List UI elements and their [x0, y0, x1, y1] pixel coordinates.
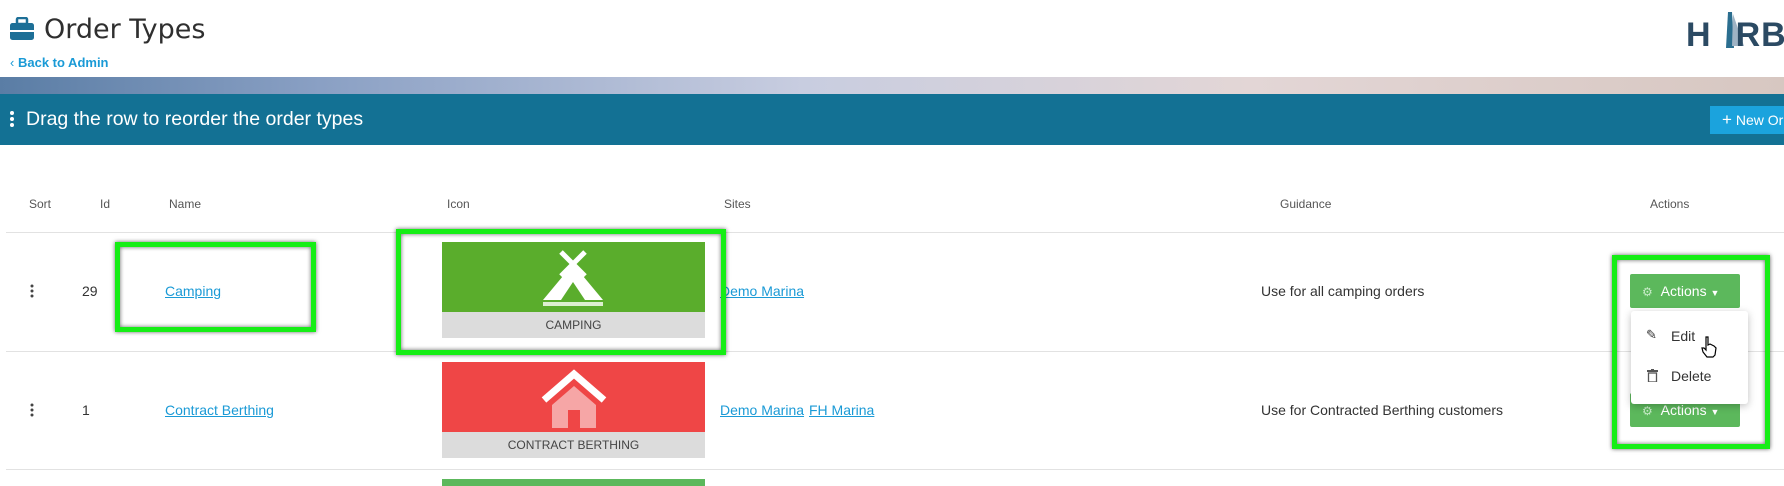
highlight-box: [115, 242, 316, 332]
site-link[interactable]: Demo Marina: [720, 283, 804, 299]
new-order-type-button[interactable]: + New Or: [1710, 106, 1784, 134]
row-id: 1: [82, 402, 90, 418]
row-divider: [6, 351, 1784, 352]
column-header-name[interactable]: Name: [169, 197, 201, 211]
column-header-actions: Actions: [1650, 197, 1690, 211]
site-link[interactable]: Demo Marina: [720, 402, 804, 418]
site-link[interactable]: FH Marina: [809, 402, 874, 418]
highlight-box: [1612, 255, 1770, 449]
order-type-icon: CONTRACT BERTHING: [442, 362, 705, 458]
house-icon: [541, 369, 607, 428]
column-header-icon[interactable]: Icon: [447, 197, 470, 211]
icon-caption: CONTRACT BERTHING: [442, 432, 705, 458]
column-header-guidance[interactable]: Guidance: [1280, 197, 1331, 211]
header-divider: [6, 232, 1784, 233]
guidance-text: Use for all camping orders: [1261, 283, 1425, 299]
guidance-text: Use for Contracted Berthing customers: [1261, 402, 1503, 418]
new-button-label: New Or: [1735, 112, 1784, 128]
row-divider: [6, 469, 1784, 470]
column-header-id[interactable]: Id: [100, 197, 110, 211]
icon-tile: [442, 362, 705, 432]
page-title: Order Types: [44, 14, 206, 45]
back-to-admin-label: Back to Admin: [17, 55, 109, 70]
plus-icon: +: [1722, 110, 1732, 129]
chevron-left-icon: ‹: [10, 55, 15, 70]
order-type-name-link[interactable]: Contract Berthing: [165, 402, 274, 418]
drag-handle-icon[interactable]: [29, 284, 35, 298]
column-header-sort[interactable]: Sort: [29, 197, 51, 211]
decorative-banner: [0, 77, 1784, 94]
reorder-instruction: Drag the row to reorder the order types: [26, 108, 364, 130]
harbour-logo: HRBO: [1686, 8, 1784, 52]
column-header-sites[interactable]: Sites: [724, 197, 751, 211]
drag-handle-icon: [10, 111, 14, 127]
logo-text: HRBO: [1686, 16, 1784, 52]
back-to-admin-link[interactable]: ‹ Back to Admin: [10, 55, 109, 70]
highlight-box: [396, 229, 726, 355]
row-id: 29: [82, 283, 98, 299]
order-type-icon: [442, 479, 705, 486]
logo-mark: HRBO: [1686, 12, 1784, 52]
briefcase-icon: [10, 17, 34, 40]
drag-handle-icon[interactable]: [29, 403, 35, 417]
